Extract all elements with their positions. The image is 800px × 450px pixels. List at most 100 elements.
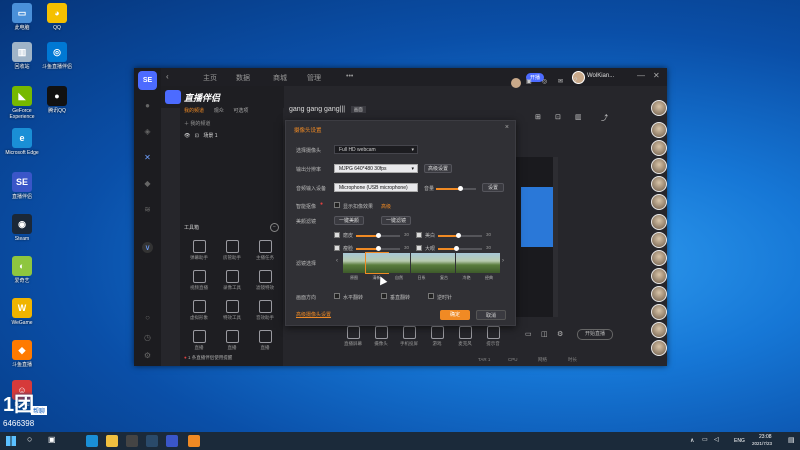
bell-icon[interactable]: ◎ (542, 78, 547, 85)
tool-item[interactable]: 直播 (219, 330, 245, 351)
desktop-icon[interactable]: ◉ Steam (2, 214, 42, 242)
bottom-tool[interactable]: 游戏 (424, 326, 450, 347)
chat-avatar[interactable] (651, 176, 667, 192)
bottom-tool[interactable]: 手机投屏 (396, 326, 422, 347)
slider-checkbox[interactable] (416, 232, 422, 238)
tab-options[interactable]: 可选项 (233, 108, 248, 114)
filter-next-icon[interactable]: › (502, 258, 504, 264)
bottom-tool[interactable]: 摄像头 (368, 326, 394, 347)
explorer-taskbar-icon[interactable] (106, 435, 118, 447)
cancel-button[interactable]: 取消 (476, 310, 506, 320)
gear-bottom-icon[interactable]: ⚙ (557, 330, 563, 338)
gift-icon[interactable]: ◈ (142, 126, 153, 137)
chat-avatar[interactable] (651, 194, 667, 210)
tray-arrow-icon[interactable]: ∧ (690, 437, 694, 444)
slider-checkbox[interactable] (334, 245, 340, 251)
home-icon[interactable]: ● (142, 100, 153, 111)
nav-more[interactable]: ••• (346, 73, 353, 80)
bottom-tool[interactable]: 麦克风 (452, 326, 478, 347)
store-taskbar-icon[interactable] (126, 435, 138, 447)
ok-button[interactable]: 确定 (440, 310, 470, 320)
desktop-icon[interactable]: e Microsoft Edge (2, 128, 42, 156)
settings-icon[interactable]: ⚙ (142, 350, 153, 361)
preview-canvas[interactable] (513, 157, 558, 317)
tool-item[interactable]: 主播任务 (252, 240, 278, 261)
filter-thumbnail[interactable] (433, 253, 455, 273)
add-icon[interactable]: ＋ (184, 121, 189, 127)
signal-icon[interactable]: ≋ (142, 204, 153, 215)
filter-thumbnail[interactable] (455, 253, 478, 273)
tool-item[interactable]: 视频直播 (186, 270, 212, 291)
close-icon[interactable]: ✕ (653, 71, 660, 80)
network-icon[interactable]: ▭ (702, 436, 708, 443)
rotate-checkbox[interactable] (428, 293, 434, 299)
beauty-slider-knob[interactable] (376, 246, 381, 251)
dialog-close-icon[interactable]: × (505, 124, 509, 131)
app-taskbar-icon[interactable] (166, 435, 178, 447)
chat-avatar[interactable] (651, 250, 667, 266)
chat-avatar[interactable] (651, 322, 667, 338)
desktop-icon[interactable]: W WeGame (2, 298, 42, 326)
task-view-icon[interactable]: ▣ (48, 435, 56, 444)
scene-row[interactable]: 👁 ⊡ 场景 1 (184, 132, 218, 139)
lang-indicator[interactable]: ENG (734, 438, 745, 444)
flip-vertical-checkbox[interactable] (381, 293, 387, 299)
chat-avatar[interactable] (651, 140, 667, 156)
beauty-slider-knob[interactable] (455, 233, 461, 238)
filter-thumbnail[interactable] (410, 253, 433, 273)
clock-date[interactable]: 2021/7/23 (752, 441, 772, 446)
tool-item[interactable]: 录像工具 (219, 270, 245, 291)
clock-time[interactable]: 23:08 (759, 434, 772, 440)
tool-item[interactable]: 直播 (186, 330, 212, 351)
volume-icon[interactable]: ◁ (714, 436, 719, 443)
back-icon[interactable]: ‹ (166, 72, 169, 81)
nav-store[interactable]: 商城 (273, 73, 287, 83)
grid-preview-icon[interactable]: ⊡ (555, 113, 561, 121)
audio-select[interactable]: Microphone (USB microphone) (334, 183, 418, 192)
tool-item[interactable]: 房管助手 (219, 240, 245, 261)
chat-avatar[interactable] (651, 340, 667, 356)
edge-taskbar-icon[interactable] (86, 435, 98, 447)
collapse-icon[interactable]: − (270, 223, 279, 232)
nav-data[interactable]: 数据 (236, 73, 250, 83)
tool-item[interactable]: 直播 (252, 330, 278, 351)
smart-advanced-link[interactable]: 高级 (381, 203, 391, 210)
shield-icon[interactable]: ∨ (142, 242, 153, 253)
layout-preview-icon[interactable]: ▥ (575, 113, 582, 121)
game-icon[interactable]: ◆ (142, 178, 153, 189)
minimize-icon[interactable]: — (637, 71, 645, 80)
game-taskbar-icon[interactable] (188, 435, 200, 447)
search-icon[interactable]: ○ (142, 312, 153, 323)
nav-home[interactable]: 主页 (203, 73, 217, 83)
resolution-select[interactable]: MJPG 640*480 30fps ▾ (334, 164, 418, 173)
avatar-small[interactable] (511, 78, 521, 88)
filter-one-click-button[interactable]: 一键滤镜 (381, 216, 411, 225)
volume-knob[interactable] (458, 186, 463, 191)
search-taskbar-icon[interactable]: ○ (27, 434, 32, 444)
desktop-icon[interactable]: ▭ 此电脑 (2, 3, 42, 31)
filter-thumbnail[interactable] (364, 252, 389, 274)
desktop-icon[interactable]: ◕ QQ (37, 3, 77, 31)
slider-checkbox[interactable] (416, 245, 422, 251)
tool-item[interactable]: 虚拟形象 (186, 300, 212, 321)
filter-thumbnail[interactable] (388, 253, 410, 273)
tab-channel[interactable]: 我的频道 (184, 108, 204, 114)
tool-item[interactable]: 音效助手 (252, 300, 278, 321)
chat-avatar[interactable] (651, 304, 667, 320)
start-icon[interactable] (6, 436, 16, 446)
desktop-icon[interactable]: ◎ 斗鱼直播伴侣 (37, 42, 77, 70)
notification-icon[interactable]: ▤ (788, 436, 795, 444)
chat-avatar[interactable] (651, 158, 667, 174)
bottom-tool[interactable]: 提示音 (480, 326, 506, 347)
scene-group[interactable]: ＋ 我的频道 (184, 120, 210, 127)
editor-tag[interactable]: 画面 (350, 106, 366, 113)
desktop-icon[interactable]: ● 腾讯QQ (37, 86, 77, 114)
help-icon[interactable]: ? (574, 78, 577, 84)
lock-preview-icon[interactable]: ⊞ (535, 113, 541, 121)
start-live-button[interactable]: 开始直播 (577, 329, 613, 340)
screen-icon[interactable]: ▭ (525, 330, 532, 338)
app-logo[interactable]: SE (138, 71, 157, 90)
beauty-slider-knob[interactable] (453, 246, 459, 251)
desktop-icon[interactable]: ◐ 爱奇艺 (2, 256, 42, 284)
chat-avatar[interactable] (651, 214, 667, 230)
